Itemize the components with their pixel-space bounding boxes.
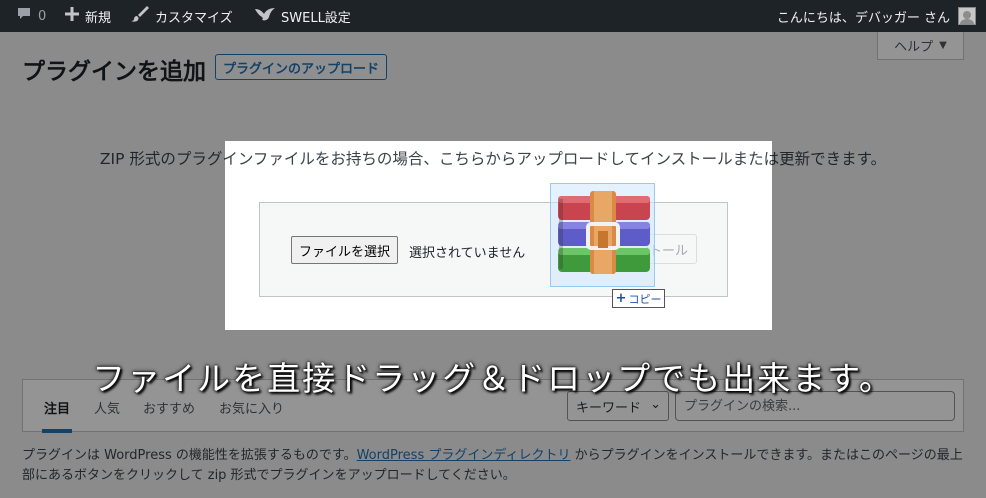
paintbrush-icon (131, 6, 149, 26)
upload-dropzone-highlight: ZIP 形式のプラグインファイルをお持ちの場合、こちらからアップロードしてインス… (225, 141, 772, 330)
plus-icon (65, 7, 79, 25)
admin-bar: 0 新規 カスタマイズ SWELL設定 こんにちは、デバッガー さん (0, 0, 986, 32)
upload-form[interactable]: ファイルを選択 選択されていません 今すぐインストール (259, 202, 728, 297)
customize-label: カスタマイズ (155, 10, 233, 26)
choose-file-button[interactable]: ファイルを選択 (291, 236, 399, 264)
swell-settings-menu[interactable]: SWELL設定 (255, 0, 351, 32)
greeting-text: こんにちは、デバッガー さん (776, 10, 950, 26)
copy-label: コピー (628, 292, 662, 306)
copy-tooltip: + コピー (612, 289, 665, 308)
comment-icon (16, 6, 32, 26)
customize-menu[interactable]: カスタマイズ (131, 0, 233, 32)
tutorial-caption: ファイルを直接ドラッグ＆ドロップでも出来ます。 (92, 359, 894, 398)
dragged-file[interactable] (550, 183, 655, 287)
swell-bird-icon (255, 7, 275, 25)
comments-count: 0 (38, 8, 47, 24)
plus-icon: + (615, 291, 627, 306)
new-content-menu[interactable]: 新規 (65, 0, 111, 32)
file-status-text: 選択されていません (409, 246, 526, 261)
swell-settings-label: SWELL設定 (281, 10, 351, 26)
upload-help-text-highlight: ZIP 形式のプラグインファイルをお持ちの場合、こちらからアップロードしてインス… (225, 150, 772, 168)
my-account-menu[interactable]: こんにちは、デバッガー さん (777, 0, 976, 32)
comments-menu[interactable]: 0 (16, 0, 46, 32)
avatar (958, 7, 976, 25)
new-label: 新規 (85, 10, 112, 26)
